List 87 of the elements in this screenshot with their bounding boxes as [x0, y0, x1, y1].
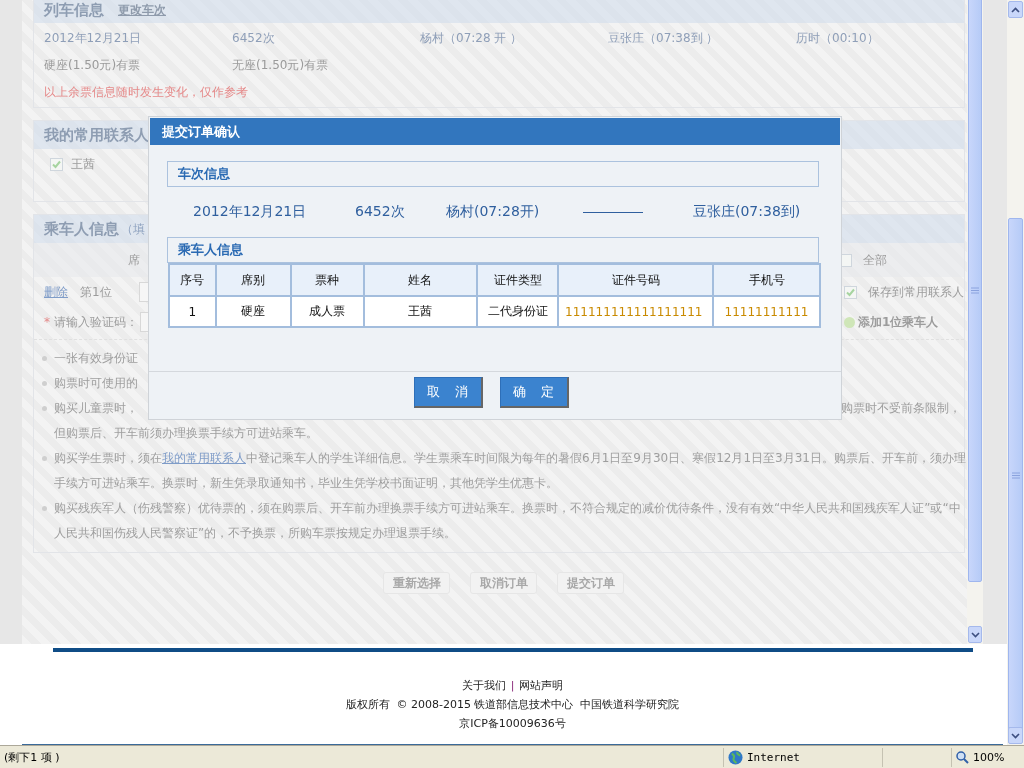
note-text: 人民共和国伤残人民警察证”的，不予换票，所购车票按规定办理退票手续。 — [54, 525, 457, 542]
seat-availability: 无座(1.50元)有票 — [232, 56, 330, 74]
scroll-down-button[interactable] — [1008, 727, 1023, 744]
grip-icon — [1011, 471, 1020, 479]
delete-link[interactable]: 删除 — [44, 283, 68, 301]
column-header: 手机号 — [713, 264, 820, 296]
table-cell: 11111111111 — [713, 296, 820, 327]
status-text: (剩下1 项 ) — [4, 749, 60, 765]
train-detail: 6452次 — [232, 29, 276, 47]
cancel-button[interactable]: 取 消 — [414, 377, 483, 408]
arrival-text: 豆张庄(07:38到) — [693, 203, 802, 221]
section-heading: 车次信息 — [178, 165, 230, 183]
add-passenger-link[interactable]: 添加1位乘车人 — [858, 313, 939, 331]
dialog-title: 提交订单确认 — [150, 118, 840, 145]
column-header: 姓名 — [363, 264, 478, 296]
globe-icon — [728, 749, 743, 765]
note-text: 购买儿童票时， — [54, 400, 138, 417]
table-cell: 111111111111111111 — [558, 296, 714, 327]
footer-link[interactable]: 关于我们 — [461, 678, 506, 694]
note-text: 但购票后、开车前须办理换票手续方可进站乘车。 — [54, 425, 318, 442]
note-text: 购票时不受前条限制， — [841, 400, 961, 417]
table-cell: 硬座 — [215, 296, 291, 327]
chevron-down-icon — [1011, 732, 1020, 739]
bullet-icon — [42, 356, 47, 361]
captcha-label: 请输入验证码： — [54, 313, 138, 331]
zone-label: Internet — [747, 750, 800, 764]
bullet-icon — [42, 506, 47, 511]
column-header: 席 — [128, 251, 140, 269]
section-title: 列车信息 — [44, 0, 104, 20]
select-all-label: 全部 — [863, 251, 887, 269]
train-number: 6452次 — [355, 203, 406, 221]
departure-text: 杨村(07:28开) — [446, 203, 541, 221]
note-text: 购买学生票时，须在我的常用联系人中登记乘车人的学生详细信息。学生票乘车时间限为每年的暑假6月1日至9月30日、寒假12月1日至3月31日。购票后、开车前，须办理 — [54, 450, 966, 467]
contacts-link[interactable]: 我的常用联系人 — [162, 451, 246, 465]
scroll-down-button[interactable] — [968, 626, 982, 644]
chevron-down-icon — [970, 631, 980, 638]
zoom-level: 100% — [973, 750, 1005, 764]
column-header: 证件类型 — [477, 264, 559, 296]
train-detail: 杨村（07:28 开 ） — [420, 29, 524, 47]
column-header: 证件号码 — [558, 264, 714, 296]
table-cell: 二代身份证 — [477, 296, 559, 327]
column-header: 序号 — [169, 264, 216, 296]
train-detail: 2012年12月21日 — [44, 29, 143, 47]
passenger-position: 第1位 — [80, 283, 112, 301]
chevron-up-icon — [1011, 6, 1020, 13]
page-button[interactable]: 取消订单 — [470, 572, 537, 594]
save-contact-checkbox[interactable] — [843, 285, 857, 299]
footer-separator: | — [510, 679, 515, 693]
note-text: 购票时可使用的 — [54, 375, 138, 392]
column-header: 席别 — [215, 264, 291, 296]
table-cell: 1 — [169, 296, 216, 327]
note-text: 一张有效身份证 — [54, 350, 138, 367]
title-note: （填 — [121, 220, 145, 238]
scroll-up-button[interactable] — [1008, 1, 1023, 18]
contact-name: 王茜 — [71, 155, 95, 173]
note-text: 手续方可进站乘车。换票时，新生凭录取通知书，毕业生凭学校书面证明，其他凭学生优惠卡。 — [54, 475, 558, 492]
scrollbar-thumb[interactable] — [968, 0, 982, 582]
section-title: 我的常用联系人 — [44, 125, 149, 145]
train-detail: 历时（00:10） — [796, 29, 880, 47]
contact-checkbox[interactable] — [50, 157, 63, 171]
notice-text: 以上余票信息随时发生变化，仅作参考 — [44, 83, 248, 101]
route-dash — [583, 211, 643, 213]
icp-text: 京ICP备10009636号 — [459, 716, 566, 732]
bullet-icon — [42, 456, 47, 461]
footer-link[interactable]: 网站声明 — [519, 678, 564, 694]
table-cell: 王茜 — [363, 296, 478, 327]
add-icon — [844, 316, 855, 328]
seat-availability: 硬座(1.50元)有票 — [44, 56, 142, 74]
bullet-icon — [42, 381, 47, 386]
change-train-link[interactable]: 更改车次 — [118, 1, 166, 19]
note-text: 购买残疾军人（伤残警察）优待票的，须在购票后、开车前办理换票手续方可进站乘车。换票时，不符合规定的减价优待条件，没有有效“中华人民共和国残疾军人证”或“中 — [54, 500, 961, 517]
copyright-text: 版权所有 © 2008-2015 铁道部信息技术中心 中国铁道科学研究院 — [345, 697, 680, 713]
table-cell: 成人票 — [290, 296, 364, 327]
grip-icon — [971, 286, 979, 294]
input-field[interactable] — [138, 282, 149, 302]
section-heading: 乘车人信息 — [178, 241, 243, 259]
confirm-button[interactable]: 确 定 — [500, 377, 569, 408]
train-detail: 豆张庄（07:38到 ） — [608, 29, 720, 47]
train-date: 2012年12月21日 — [193, 203, 308, 221]
save-contact-label: 保存到常用联系人 — [867, 283, 964, 301]
page-button[interactable]: 提交订单 — [557, 572, 624, 594]
required-mark: * — [44, 315, 50, 329]
zoom-icon — [956, 750, 969, 764]
column-header: 票种 — [290, 264, 364, 296]
section-title: 乘车人信息 — [44, 219, 119, 239]
bullet-icon — [42, 406, 47, 411]
page-button[interactable]: 重新选择 — [383, 572, 450, 594]
